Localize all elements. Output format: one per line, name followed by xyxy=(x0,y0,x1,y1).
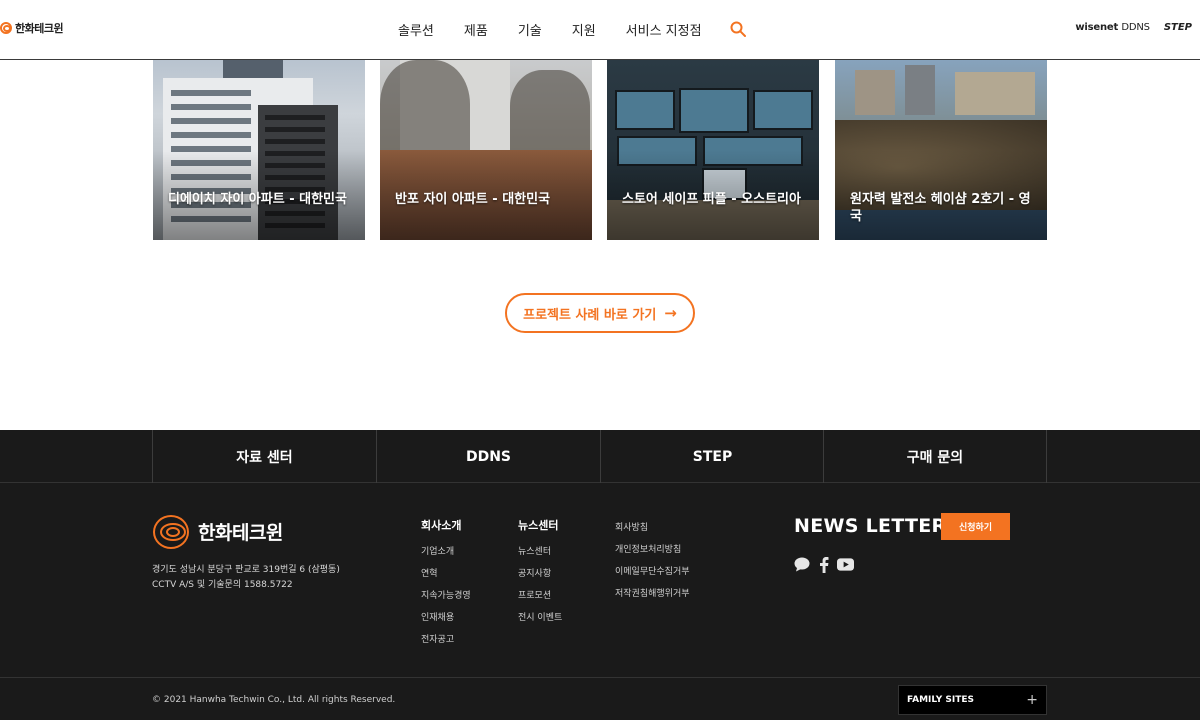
youtube-icon[interactable] xyxy=(837,556,854,573)
chat-icon[interactable] xyxy=(793,556,810,573)
step-link[interactable]: STEP xyxy=(1164,22,1192,33)
quick-link-step[interactable]: STEP xyxy=(600,430,824,483)
footer-col-heading: 회사소개 xyxy=(421,519,462,532)
subscribe-button[interactable]: 신청하기 xyxy=(941,513,1010,540)
family-sites-label: FAMILY SITES xyxy=(907,695,974,705)
footer-logo[interactable]: 한화테크윈 xyxy=(152,513,283,549)
footer-link[interactable]: 회사방침 xyxy=(615,517,690,539)
plus-icon: + xyxy=(1026,692,1038,708)
quick-link-purchase-inquiry[interactable]: 구매 문의 xyxy=(823,430,1047,483)
footer-link[interactable]: 기업소개 xyxy=(421,541,471,563)
logo-text: 한화테크윈 xyxy=(15,22,64,35)
hanwha-logo[interactable]: 한화테크윈 xyxy=(0,19,64,37)
address-line: 경기도 성남시 분당구 판교로 319번길 6 (삼평동) xyxy=(152,565,340,575)
project-card[interactable]: 반포 자이 아파트 - 대한민국 xyxy=(380,60,592,240)
hanwha-logo-icon xyxy=(0,19,14,37)
nav-solutions[interactable]: 솔루션 xyxy=(398,20,434,39)
copyright-text: © 2021 Hanwha Techwin Co., Ltd. All righ… xyxy=(152,695,396,705)
footer-link[interactable]: 프로모션 xyxy=(518,585,562,607)
project-title: 원자력 발전소 헤이샴 2호기 - 영국 xyxy=(850,192,1031,224)
view-projects-label: 프로젝트 사례 바로 가기 xyxy=(523,307,657,323)
ddns-label: DDNS xyxy=(1121,22,1150,33)
footer-link[interactable]: 전자공고 xyxy=(421,629,471,651)
project-title: 디에이치 자이 아파트 - 대한민국 xyxy=(168,192,347,207)
site-header: 한화테크윈 솔루션 제품 기술 지원 서비스 지정점 wisenet DDNS … xyxy=(0,0,1200,60)
social-links xyxy=(793,556,859,573)
footer-link[interactable]: 저작권침해행위거부 xyxy=(615,583,690,605)
project-card[interactable]: 스토어 세이프 피플 - 오스트리아 xyxy=(607,60,819,240)
facebook-icon[interactable] xyxy=(815,556,832,573)
footer-link[interactable]: 연혁 xyxy=(421,563,471,585)
footer-link[interactable]: 개인정보처리방침 xyxy=(615,539,690,561)
nav-support[interactable]: 지원 xyxy=(572,20,596,39)
quick-links-bar: 자료 센터 DDNS STEP 구매 문의 xyxy=(0,430,1200,483)
footer-link[interactable]: 이메일무단수집거부 xyxy=(615,561,690,583)
project-title: 스토어 세이프 피플 - 오스트리아 xyxy=(622,192,801,207)
nav-technology[interactable]: 기술 xyxy=(518,20,542,39)
footer-col-policies: 회사방침 개인정보처리방침 이메일무단수집거부 저작권침해행위거부 xyxy=(615,517,690,605)
wisenet-ddns-link[interactable]: wisenet DDNS xyxy=(1075,22,1150,33)
hanwha-logo-icon xyxy=(152,513,194,549)
main-nav: 솔루션 제품 기술 지원 서비스 지정점 xyxy=(398,20,732,39)
footer-link[interactable]: 인재채용 xyxy=(421,607,471,629)
nav-service-centers[interactable]: 서비스 지정점 xyxy=(626,20,702,39)
project-card[interactable]: 디에이치 자이 아파트 - 대한민국 xyxy=(153,60,365,240)
site-footer: 한화테크윈 경기도 성남시 분당구 판교로 319번길 6 (삼평동) CCTV… xyxy=(0,483,1200,720)
project-card[interactable]: 원자력 발전소 헤이샴 2호기 - 영국 xyxy=(835,60,1047,240)
support-phone: CCTV A/S 및 기술문의 1588.5722 xyxy=(152,580,293,590)
footer-divider xyxy=(0,677,1200,678)
quick-link-resources[interactable]: 자료 센터 xyxy=(152,430,376,483)
company-address: 경기도 성남시 분당구 판교로 319번길 6 (삼평동) CCTV A/S 및… xyxy=(152,563,340,593)
nav-products[interactable]: 제품 xyxy=(464,20,488,39)
search-icon[interactable] xyxy=(730,21,746,37)
footer-col-heading: 뉴스센터 xyxy=(518,519,559,532)
project-cards: 디에이치 자이 아파트 - 대한민국 반포 자이 아파트 - 대한민국 스토어 … xyxy=(153,60,1047,240)
footer-col-news: 뉴스센터 뉴스센터 공지사항 프로모션 전시 이벤트 xyxy=(518,517,562,629)
footer-link[interactable]: 뉴스센터 xyxy=(518,541,562,563)
view-projects-button[interactable]: 프로젝트 사례 바로 가기 → xyxy=(505,293,695,333)
family-sites-dropdown[interactable]: FAMILY SITES + xyxy=(898,685,1047,715)
project-title: 반포 자이 아파트 - 대한민국 xyxy=(395,192,551,207)
header-right-links: wisenet DDNS STEP xyxy=(1075,22,1192,33)
wisenet-brand: wisenet xyxy=(1075,22,1119,33)
quick-link-ddns[interactable]: DDNS xyxy=(376,430,600,483)
footer-link[interactable]: 지속가능경영 xyxy=(421,585,471,607)
footer-link[interactable]: 전시 이벤트 xyxy=(518,607,562,629)
footer-logo-text: 한화테크윈 xyxy=(198,521,283,544)
newsletter-title: NEWS LETTER xyxy=(794,515,947,537)
arrow-right-icon: → xyxy=(664,304,677,322)
footer-link[interactable]: 공지사항 xyxy=(518,563,562,585)
footer-col-company: 회사소개 기업소개 연혁 지속가능경영 인재채용 전자공고 xyxy=(421,517,471,651)
